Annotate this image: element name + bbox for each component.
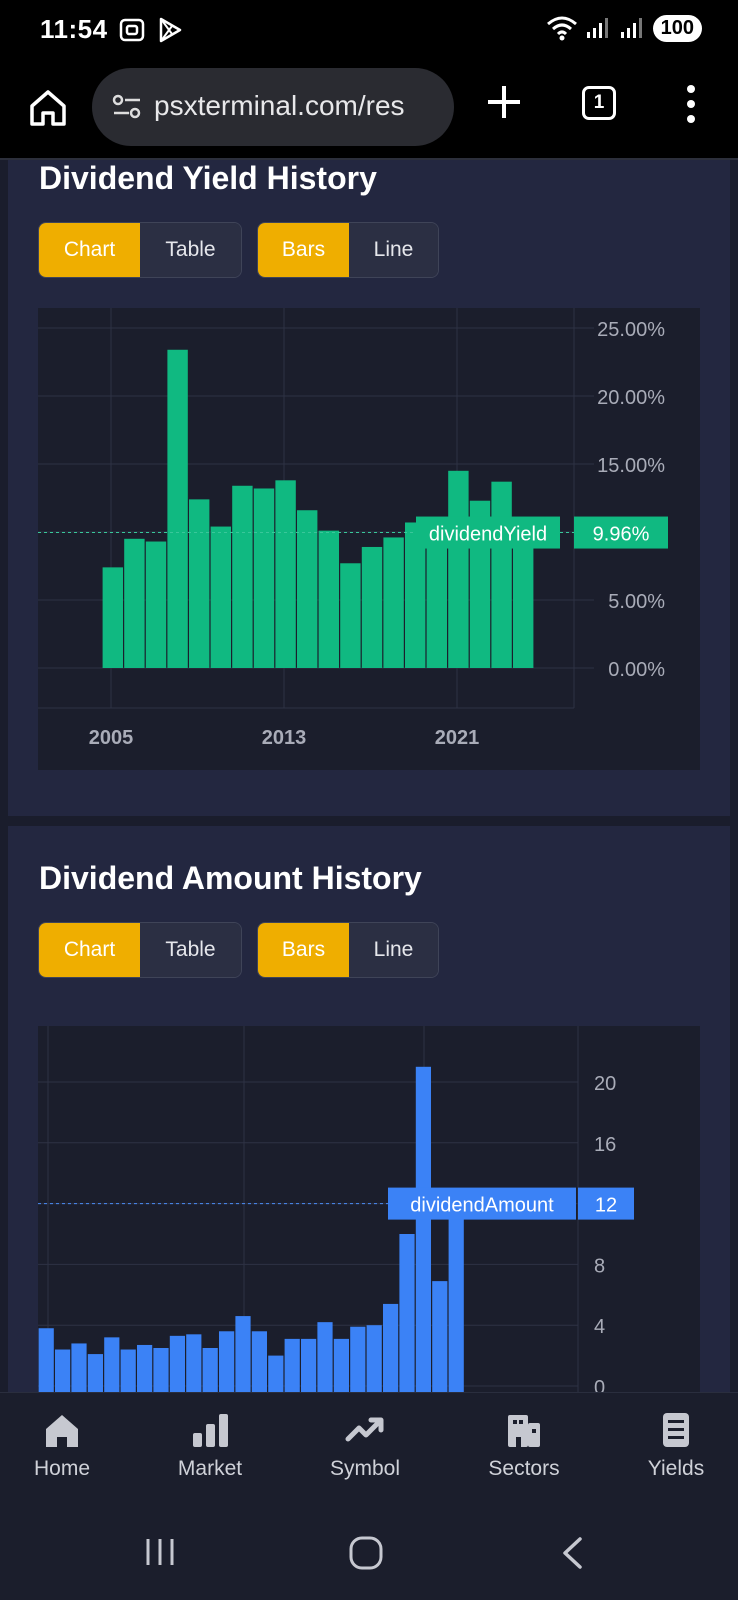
yield-y-tick-label: 25.00% [597,319,665,341]
system-navigation-bar [0,1500,738,1600]
yield-y-tick-label: 0.00% [608,659,665,681]
bar-chart-icon [193,1414,228,1447]
signal-icon [586,18,608,38]
yield-x-tick-label: 2013 [262,727,307,749]
yield-table-tab[interactable]: Table [140,223,241,277]
dividend-amount-chart[interactable]: 048121620dividendAmount12 [38,1026,700,1406]
nav-yields[interactable]: Yields [616,1411,736,1481]
recent-apps-icon[interactable] [144,1536,176,1568]
nav-home-label: Home [33,1457,91,1480]
document-icon [663,1413,689,1447]
home-gesture-icon[interactable] [348,1536,384,1570]
amount-y-tick-label: 20 [594,1073,616,1095]
yield-bar [340,563,361,668]
wifi-icon [546,16,577,41]
status-bar: 11:54 100 [0,0,738,60]
new-tab-icon[interactable] [484,82,524,122]
dividend-yield-title: Dividend Yield History [39,160,377,196]
yield-bar [491,481,512,668]
yield-bars-tab[interactable]: Bars [258,223,349,277]
yield-y-tick-label: 5.00% [608,591,665,613]
yield-bar [426,533,447,668]
amount-y-tick-label: 8 [594,1255,605,1277]
home-icon [46,1415,78,1447]
yield-bar [275,480,296,668]
amount-series-label: dividendAmount [410,1195,554,1217]
dividend-amount-chart-svg: 048121620dividendAmount12 [38,1026,634,1406]
amount-bars-tab[interactable]: Bars [258,923,349,977]
amount-table-tab[interactable]: Table [140,923,241,977]
status-right-icons: 100 [545,14,702,42]
amount-style-toggle: Bars Line [257,922,439,978]
dividend-yield-chart[interactable]: 0.00%5.00%10.00%15.00%20.00%25.00%200520… [38,308,700,770]
yield-bar [513,532,534,668]
browser-toolbar: psxterminal.com/res 1 [0,60,738,160]
nav-symbol[interactable]: Symbol [305,1411,425,1481]
amount-y-tick-label: 4 [594,1316,605,1338]
amount-bar [399,1234,415,1406]
nav-sectors-label: Sectors [488,1457,560,1480]
amount-bar [415,1066,431,1406]
nav-symbol-label: Symbol [329,1457,401,1480]
yield-bar [124,538,145,668]
battery-indicator: 100 [652,14,702,42]
back-icon[interactable] [560,1536,584,1570]
yield-bar [232,485,253,668]
yield-bar [318,530,339,668]
address-bar[interactable]: psxterminal.com/res [92,68,454,146]
yield-bar [383,537,404,668]
yield-bar [361,546,383,668]
tab-switcher-button[interactable]: 1 [582,86,616,120]
bottom-navigation: Home Market Symbol Sectors Yields [0,1392,738,1500]
yield-y-tick-label: 20.00% [597,387,665,409]
yield-bar [253,488,275,668]
site-settings-icon[interactable] [112,93,142,121]
nav-sectors[interactable]: Sectors [464,1411,584,1481]
signal-icon-2 [620,18,642,38]
yield-bar [297,510,318,668]
yield-bar [189,499,210,668]
status-time: 11:54 [40,14,108,44]
yield-bar [145,541,167,668]
nav-home[interactable]: Home [2,1411,122,1481]
amount-y-tick-label: 16 [594,1134,616,1156]
url-text[interactable]: psxterminal.com/res [154,90,444,122]
trending-up-icon [345,1417,384,1442]
yield-bar [167,349,188,668]
yield-view-toggle: Chart Table [38,222,242,278]
yield-style-toggle: Bars Line [257,222,439,278]
amount-crosshair-value: 12 [595,1195,617,1217]
yield-line-tab[interactable]: Line [348,223,438,277]
amount-bar [448,1203,464,1406]
home-icon[interactable] [26,86,70,130]
yield-bar [210,526,231,668]
amount-line-tab[interactable]: Line [348,923,438,977]
amount-bar [432,1281,448,1406]
building-icon [508,1415,540,1447]
nav-market[interactable]: Market [150,1411,270,1481]
nav-yields-label: Yields [647,1457,705,1480]
yield-y-tick-label: 15.00% [597,455,665,477]
status-notification-icons [118,16,184,44]
yield-x-tick-label: 2005 [89,727,134,749]
screenshot-icon [119,18,145,42]
nav-market-label: Market [177,1457,243,1480]
more-menu-icon[interactable] [686,84,696,124]
yield-x-tick-label: 2021 [435,727,480,749]
amount-chart-tab[interactable]: Chart [39,923,140,977]
yield-bar [448,470,469,668]
yield-bar [102,567,123,668]
dividend-amount-card: Dividend Amount History Chart Table Bars… [8,826,730,1406]
dividend-yield-chart-svg: 0.00%5.00%10.00%15.00%20.00%25.00%200520… [38,308,668,749]
yield-series-label: dividendYield [429,524,547,546]
dividend-amount-title: Dividend Amount History [39,860,422,896]
yield-crosshair-value: 9.96% [593,524,650,546]
yield-chart-tab[interactable]: Chart [39,223,140,277]
play-store-icon [159,17,182,43]
amount-bar [383,1303,399,1406]
dividend-yield-card: Dividend Yield History Chart Table Bars … [8,160,730,816]
amount-view-toggle: Chart Table [38,922,242,978]
